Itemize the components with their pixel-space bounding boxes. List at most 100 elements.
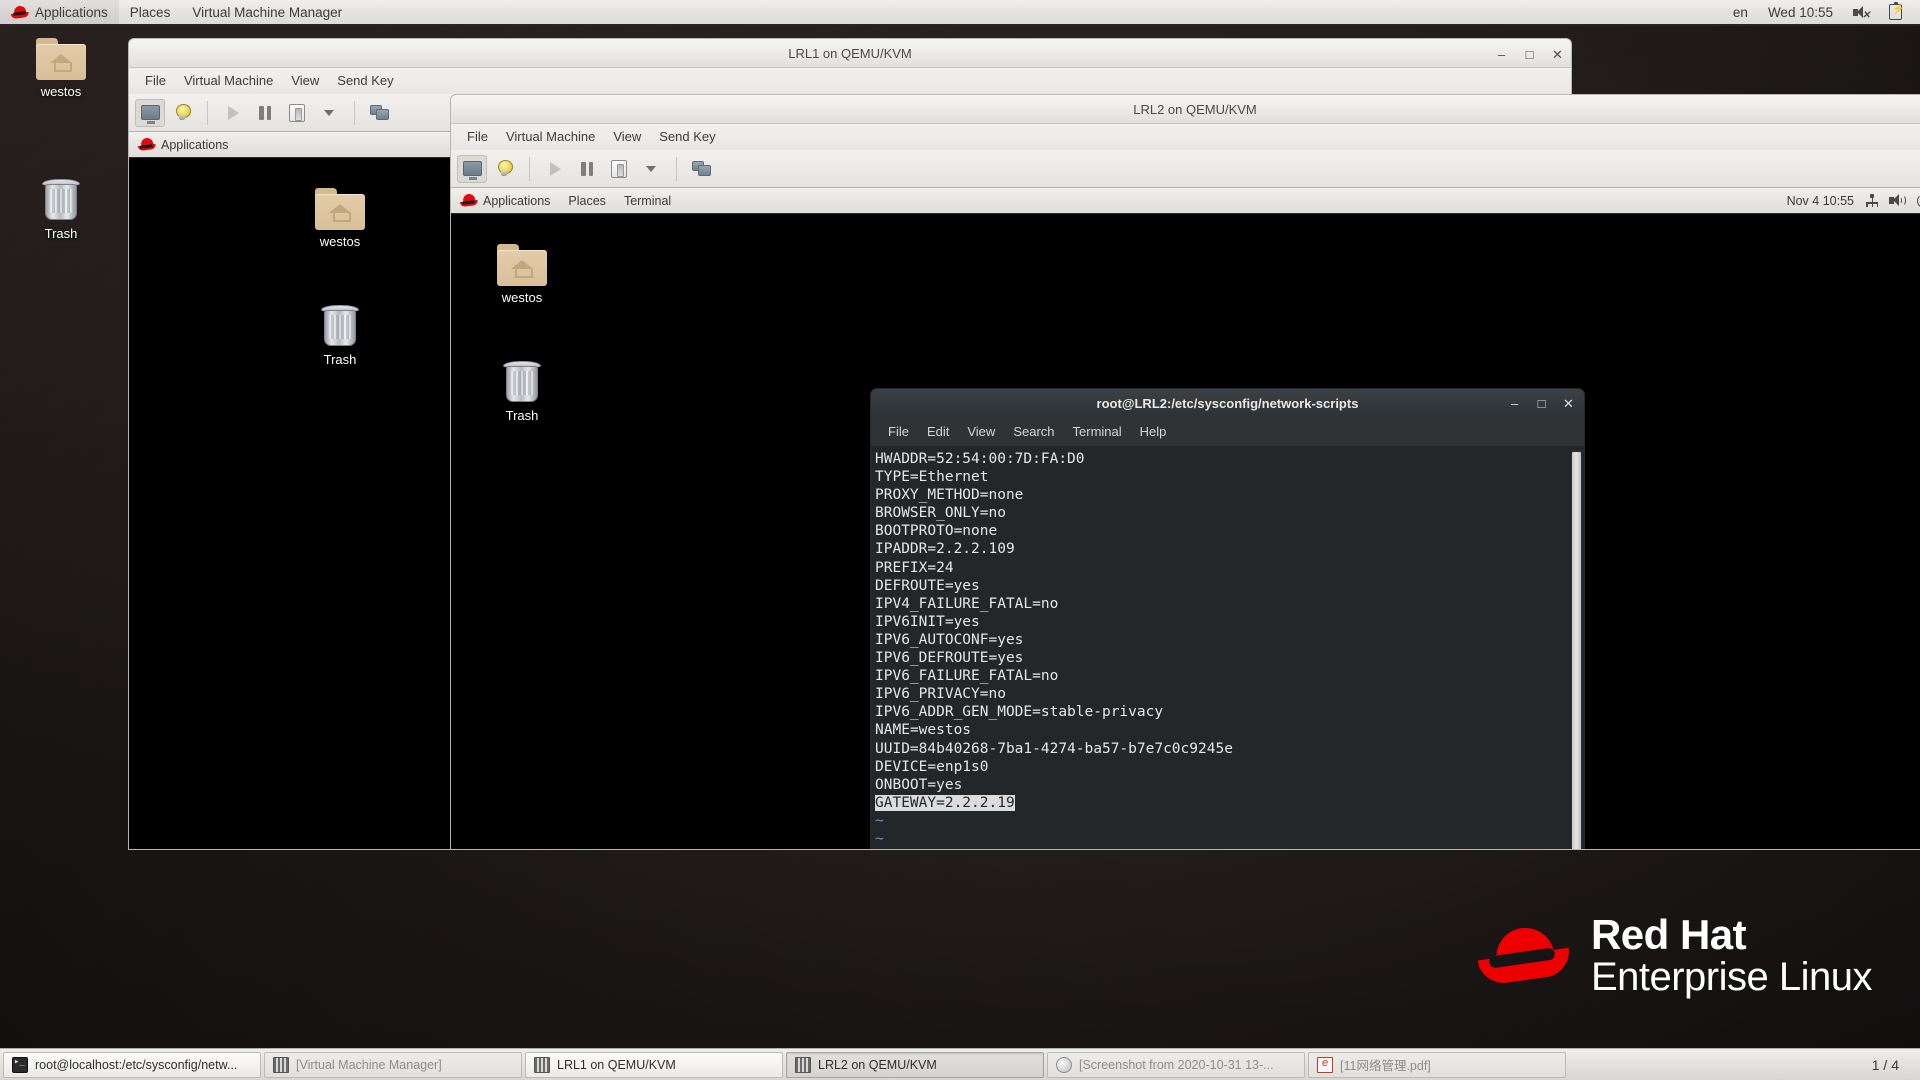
terminal-output[interactable]: HWADDR=52:54:00:7D:FA:D0 TYPE=Ethernet PRO… [870,446,1585,849]
guest-desktop-icon-label: Trash [323,352,357,367]
play-icon [227,105,239,120]
desktop-background[interactable]: westos Trash Red Hat Enterprise Linux LR… [0,0,1920,1080]
shutdown-menu-button[interactable] [636,155,666,183]
shutdown-button[interactable] [604,155,634,183]
menubar[interactable]: File Virtual Machine View Send Key [450,124,1920,150]
menu-send-key[interactable]: Send Key [328,68,402,94]
trash-can-icon [501,360,543,404]
menu-file[interactable]: File [136,68,175,94]
desktop-icon-westos[interactable]: westos [18,38,104,99]
guest-panel[interactable]: Applications Places Terminal Nov 4 10:55 [451,188,1920,214]
terminal-menu-view[interactable]: View [958,418,1004,446]
window-title: LRL2 on QEMU/KVM [1133,101,1257,117]
taskbar-item-lrl2[interactable]: LRL2 on QEMU/KVM [786,1051,1044,1078]
guest-applications-menu[interactable]: Applications [451,188,559,213]
close-button[interactable]: ✕ [1552,48,1563,61]
snapshots-button[interactable] [365,99,395,127]
vim-buffer[interactable]: HWADDR=52:54:00:7D:FA:D0 TYPE=Ethernet PRO… [875,450,1584,849]
speaker-icon[interactable] [1889,194,1906,207]
taskbar-item-screenshot[interactable]: [Screenshot from 2020-10-31 13-... [1047,1051,1305,1078]
trash-can-icon [40,178,82,222]
terminal-close-button[interactable]: ✕ [1563,396,1574,412]
minimize-button[interactable]: – [1496,48,1507,61]
config-line: BOOTPROTO=none [875,523,998,540]
guest-terminal-menu[interactable]: Terminal [615,188,680,213]
desktop-icon-trash[interactable]: Trash [18,178,104,241]
maximize-button[interactable]: □ [1524,48,1535,61]
config-line: HWADDR=52:54:00:7D:FA:D0 [875,451,1085,467]
config-line: ONBOOT=yes [875,776,963,793]
pause-button[interactable] [250,99,280,127]
pause-button[interactable] [572,155,602,183]
terminal-menu-edit[interactable]: Edit [918,418,958,446]
config-line: BROWSER_ONLY=no [875,505,1006,522]
menu-send-key[interactable]: Send Key [650,124,724,150]
terminal-menu-search[interactable]: Search [1004,418,1063,446]
titlebar[interactable]: LRL1 on QEMU/KVM – □ ✕ [128,38,1572,68]
scrollbar-thumb[interactable] [1572,452,1581,849]
keyboard-layout-indicator[interactable]: en [1724,0,1757,24]
caret-down-icon [646,165,656,172]
active-app-menu[interactable]: Virtual Machine Manager [181,0,353,24]
menu-virtual-machine[interactable]: Virtual Machine [497,124,604,150]
config-line: IPV4_FAILURE_FATAL=no [875,595,1059,612]
vm-console-lrl2[interactable]: Applications Places Terminal Nov 4 10:55 [450,188,1920,850]
shutdown-button[interactable] [282,99,312,127]
vm-window-lrl2[interactable]: LRL2 on QEMU/KVM – File Virtual Machine … [450,94,1920,850]
terminal-maximize-button[interactable]: □ [1536,396,1547,411]
menubar[interactable]: File Virtual Machine View Send Key [128,68,1572,94]
toolbar[interactable] [450,150,1920,188]
guest-desktop-icon-westos[interactable]: westos [479,244,565,305]
terminal-titlebar[interactable]: root@LRL2:/etc/sysconfig/network-scripts… [870,388,1585,418]
console-view-button[interactable] [457,154,487,183]
host-top-panel[interactable]: Applications Places Virtual Machine Mana… [0,0,1920,26]
taskbar-item-pdf[interactable]: [11网络管理.pdf] [1308,1051,1566,1078]
applications-menu[interactable]: Applications [0,0,119,24]
terminal-menubar[interactable]: File Edit View Search Terminal Help [870,418,1585,446]
terminal-menu-file[interactable]: File [879,418,918,446]
console-view-button[interactable] [135,98,165,127]
terminal-scrollbar[interactable] [1571,450,1582,849]
titlebar[interactable]: LRL2 on QEMU/KVM – [450,94,1920,124]
menu-view[interactable]: View [282,68,328,94]
config-line: DEVICE=enp1s0 [875,758,989,775]
clock[interactable]: Wed 10:55 [1759,0,1842,24]
volume-indicator[interactable]: ✕ [1844,0,1878,24]
guest-menu-label: Places [568,193,606,208]
guest-desktop-icon-trash[interactable]: Trash [479,360,565,423]
folder-home-icon [497,244,547,286]
guest-desktop-icon-westos[interactable]: westos [297,188,383,249]
guest-desktop-icon-trash[interactable]: Trash [297,304,383,367]
vim-empty-line: ~ [875,812,884,829]
vmm-icon [534,1056,550,1073]
taskbar-item-terminal[interactable]: root@localhost:/etc/sysconfig/netw... [3,1051,261,1078]
network-wired-icon[interactable] [1865,194,1879,207]
places-menu[interactable]: Places [119,0,182,24]
config-line: NAME=westos [875,722,972,739]
guest-applications-menu[interactable]: Applications [129,132,237,157]
menu-view[interactable]: View [604,124,650,150]
terminal-minimize-button[interactable]: – [1509,396,1520,411]
taskbar[interactable]: root@localhost:/etc/sysconfig/netw... [V… [0,1048,1920,1080]
taskbar-item-vmm[interactable]: [Virtual Machine Manager] [264,1051,522,1078]
terminal-menu-terminal[interactable]: Terminal [1064,418,1131,446]
menu-file[interactable]: File [458,124,497,150]
snapshots-button[interactable] [687,155,717,183]
menu-virtual-machine[interactable]: Virtual Machine [175,68,282,94]
battery-indicator[interactable] [1880,0,1911,24]
guest-clock[interactable]: Nov 4 10:55 [1779,194,1862,208]
monitor-icon [462,161,482,180]
guest-desktop-icon-label: Trash [505,408,539,423]
config-line: UUID=84b40268-7ba1-4274-ba57-b7e7c0c9245… [875,740,1233,757]
guest-places-menu[interactable]: Places [559,188,615,213]
details-view-button[interactable] [489,155,519,183]
run-button[interactable] [540,155,570,183]
details-view-button[interactable] [167,99,197,127]
run-button[interactable] [218,99,248,127]
workspace-indicator[interactable]: 1 / 4 [1862,1057,1909,1073]
terminal-window[interactable]: root@LRL2:/etc/sysconfig/network-scripts… [870,388,1585,849]
folder-home-icon [315,188,365,230]
taskbar-item-lrl1[interactable]: LRL1 on QEMU/KVM [525,1051,783,1078]
terminal-menu-help[interactable]: Help [1131,418,1176,446]
shutdown-menu-button[interactable] [314,99,344,127]
